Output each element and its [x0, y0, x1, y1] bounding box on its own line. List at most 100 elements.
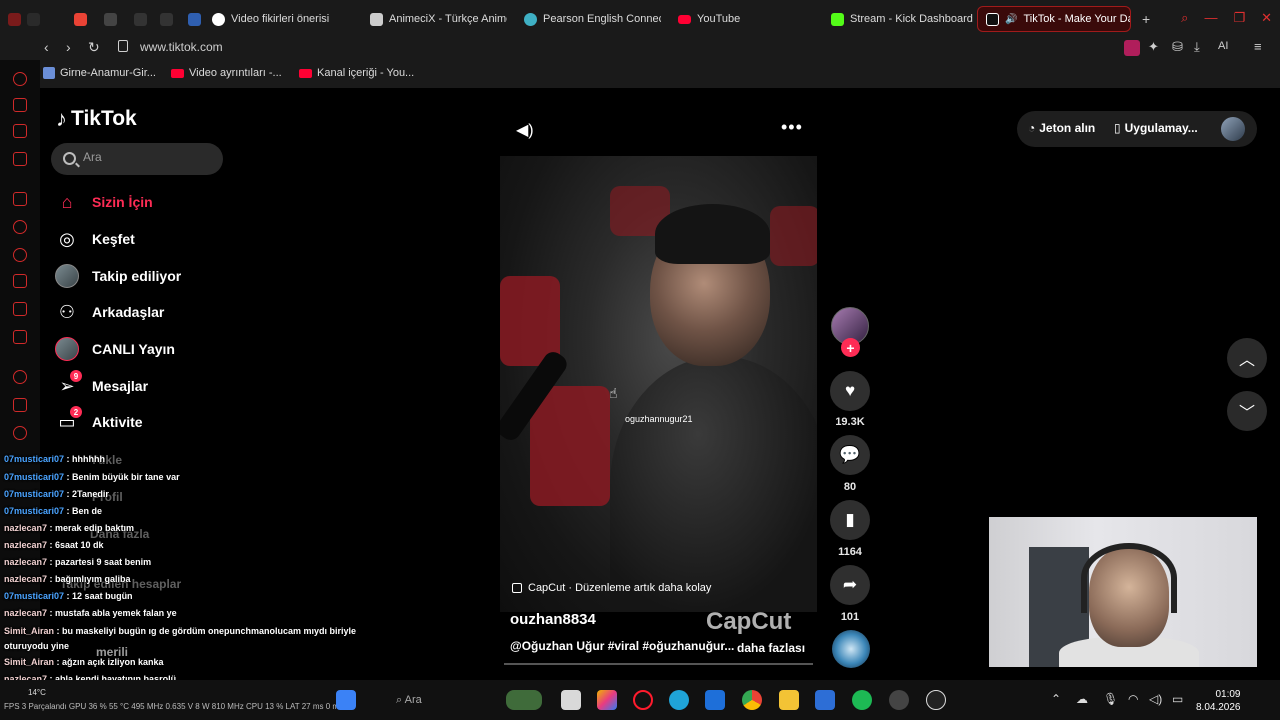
- nav-messages[interactable]: ➢ 9 Mesajlar: [54, 370, 148, 400]
- address-bar: ‹ › ↻ www.tiktok.com ✦ ⛁ ⤓ AI ≡: [0, 36, 1280, 60]
- tab-gmail[interactable]: [66, 6, 90, 32]
- task-view-icon[interactable]: [561, 690, 581, 710]
- video-author[interactable]: ouzhan8834: [510, 611, 596, 628]
- back-icon[interactable]: ‹: [44, 39, 49, 55]
- extension-icon[interactable]: [1124, 40, 1140, 56]
- video-player[interactable]: oguzhannugur21 CapCut · Düzenleme artık …: [500, 156, 817, 612]
- history-icon[interactable]: [13, 426, 27, 440]
- player-icon[interactable]: [13, 370, 27, 384]
- like-button[interactable]: ♥: [830, 371, 870, 411]
- store-icon[interactable]: [705, 690, 725, 710]
- previous-video-button[interactable]: ︿: [1227, 338, 1267, 378]
- more-options-icon[interactable]: •••: [781, 117, 803, 138]
- get-app-button[interactable]: ▯ Uygulamay...: [1114, 121, 1198, 135]
- obs-icon[interactable]: [889, 690, 909, 710]
- forward-icon[interactable]: ›: [66, 39, 71, 55]
- close-icon[interactable]: ✕: [1261, 10, 1272, 26]
- gmail-icon: [74, 12, 87, 26]
- pinboard-icon[interactable]: [13, 152, 27, 166]
- menu-icon[interactable]: ≡: [1254, 39, 1262, 54]
- follow-button[interactable]: +: [841, 338, 860, 357]
- aria-icon[interactable]: [13, 98, 27, 112]
- nav-for-you[interactable]: ⌂ Sizin İçin: [54, 188, 153, 216]
- chat-message: 07musticari07 : Ben de: [4, 506, 102, 516]
- opera-icon[interactable]: [633, 690, 653, 710]
- url-field[interactable]: www.tiktok.com: [140, 40, 223, 54]
- whatsapp-icon[interactable]: [13, 220, 27, 234]
- chrome-icon[interactable]: [742, 690, 762, 710]
- x-icon[interactable]: [13, 302, 27, 316]
- next-video-button[interactable]: ﹀: [1227, 391, 1267, 431]
- unreal-icon[interactable]: [926, 690, 946, 710]
- volume-icon[interactable]: ◀): [516, 120, 534, 140]
- tab-tiktok[interactable]: 🔊 TikTok - Make Your Da: [977, 6, 1131, 32]
- wifi-icon[interactable]: ◠: [1128, 692, 1138, 706]
- chat-text: hhhhhh: [72, 454, 106, 464]
- capcut-banner[interactable]: CapCut · Düzenleme artık daha kolay: [512, 582, 711, 594]
- weather-widget[interactable]: 14°C: [28, 688, 46, 697]
- start-icon[interactable]: [336, 690, 356, 710]
- nav-live[interactable]: CANLI Yayın: [54, 335, 175, 363]
- minimize-icon[interactable]: —: [1204, 10, 1217, 26]
- clock-date: 8.04.2026: [1196, 702, 1241, 713]
- copilot-icon[interactable]: [597, 690, 617, 710]
- search-tabs-icon[interactable]: ⌕: [1181, 10, 1188, 26]
- taskbar-search[interactable]: ⌕ Ara: [396, 694, 422, 707]
- bookmark-item[interactable]: Kanal içeriği - You...: [299, 67, 414, 79]
- discord-icon[interactable]: [13, 330, 27, 344]
- ai-button[interactable]: AI: [1218, 40, 1228, 52]
- nav-following[interactable]: Takip ediliyor: [54, 262, 181, 290]
- comment-button[interactable]: 💬: [830, 435, 870, 475]
- puzzle-icon[interactable]: ✦: [1148, 39, 1159, 55]
- spotify-icon[interactable]: [852, 690, 872, 710]
- outlook-icon[interactable]: [815, 690, 835, 710]
- nav-explore[interactable]: ◎ Keşfet: [54, 225, 135, 253]
- system-clock[interactable]: 01:09 8.04.2026: [1196, 688, 1241, 714]
- tab-pinned-2[interactable]: [96, 6, 120, 32]
- microphone-icon[interactable]: 🎙: [1103, 692, 1118, 706]
- new-tab-button[interactable]: +: [1134, 6, 1156, 32]
- battery-icon[interactable]: ▭: [1172, 692, 1183, 706]
- tab-youtube[interactable]: YouTube: [670, 6, 810, 32]
- profile-avatar[interactable]: [1221, 117, 1245, 141]
- more-link[interactable]: daha fazlası: [737, 641, 805, 655]
- bookmark-item[interactable]: Girne-Anamur-Gir...: [43, 67, 156, 79]
- bookmark-item[interactable]: Video ayrıntıları -...: [171, 67, 282, 79]
- comment-count: 80: [843, 481, 857, 493]
- instagram-icon[interactable]: [13, 274, 27, 288]
- widget-icon[interactable]: [506, 690, 542, 710]
- nav-friends[interactable]: ⚇ Arkadaşlar: [54, 298, 164, 326]
- nav-activity[interactable]: ▭ 2 Aktivite: [54, 406, 143, 436]
- file-explorer-icon[interactable]: [779, 690, 799, 710]
- music-disc[interactable]: [832, 630, 870, 668]
- refresh-icon[interactable]: [13, 72, 27, 86]
- save-button[interactable]: ▮: [830, 500, 870, 540]
- tab-pinned-5[interactable]: [180, 6, 204, 32]
- wallet-icon[interactable]: ⛁: [1172, 39, 1183, 55]
- reload-icon[interactable]: ↻: [88, 39, 100, 56]
- messenger-icon[interactable]: [13, 192, 27, 206]
- send-icon[interactable]: [13, 398, 27, 412]
- tiktok-logo[interactable]: ♪ TikTok: [56, 106, 137, 132]
- volume-tray-icon[interactable]: ◁): [1149, 692, 1162, 706]
- tab-video-ideas[interactable]: Video fikirleri önerisi: [204, 6, 354, 32]
- get-coins-button[interactable]: ◔ Jeton alın: [1028, 121, 1095, 135]
- tab-pinned-3[interactable]: [126, 6, 150, 32]
- download-icon[interactable]: ⤓: [1194, 39, 1200, 55]
- bookmark-label: Kanal içeriği - You...: [317, 67, 415, 79]
- edge-icon[interactable]: [669, 690, 689, 710]
- tray-expand-icon[interactable]: ⌃: [1051, 692, 1061, 706]
- onedrive-icon[interactable]: ☁: [1076, 692, 1088, 706]
- tab-pearson[interactable]: Pearson English Connect: [516, 6, 661, 32]
- search-box[interactable]: [51, 143, 223, 175]
- tabs-icon[interactable]: [13, 124, 27, 138]
- tab-kick[interactable]: Stream - Kick Dashboard: [823, 6, 973, 32]
- whatsapp-icon[interactable]: [13, 248, 27, 262]
- tab-pinned-4[interactable]: [152, 6, 176, 32]
- share-button[interactable]: ➦: [830, 565, 870, 605]
- search-input[interactable]: [83, 150, 213, 164]
- tab-animecix[interactable]: AnimeciX - Türkçe Anime: [362, 6, 507, 32]
- maximize-icon[interactable]: ❐: [1233, 10, 1245, 26]
- video-progress-bar[interactable]: [504, 663, 813, 665]
- tab-pinned-group[interactable]: [0, 6, 60, 32]
